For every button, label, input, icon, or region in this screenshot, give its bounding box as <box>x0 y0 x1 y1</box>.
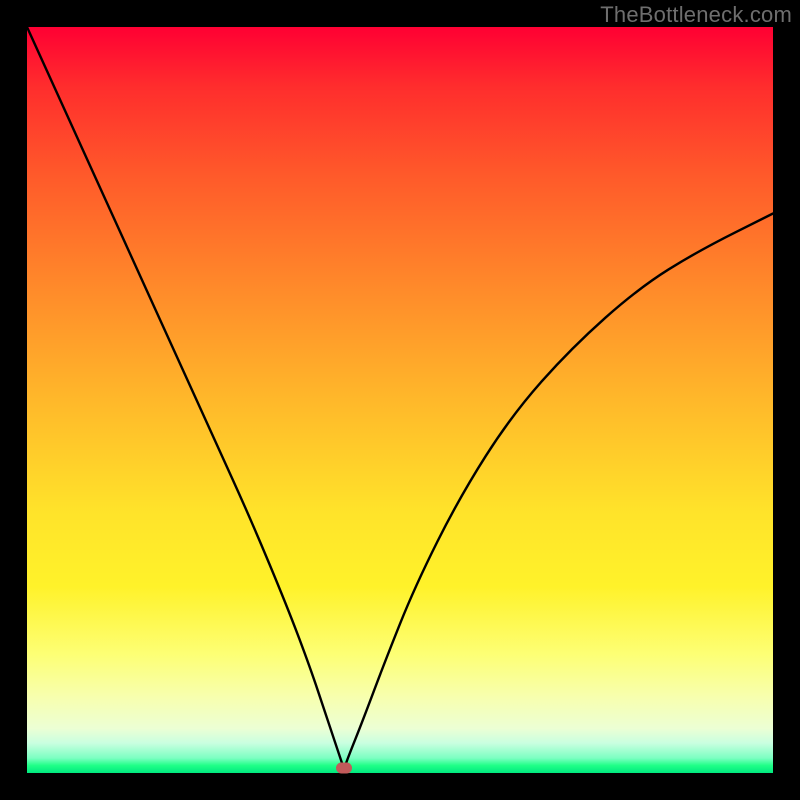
optimum-marker <box>336 762 352 773</box>
plot-area <box>27 27 773 773</box>
watermark-text: TheBottleneck.com <box>600 2 792 28</box>
bottleneck-curve-path <box>27 27 773 766</box>
chart-frame: TheBottleneck.com <box>0 0 800 800</box>
curve-svg <box>27 27 773 773</box>
